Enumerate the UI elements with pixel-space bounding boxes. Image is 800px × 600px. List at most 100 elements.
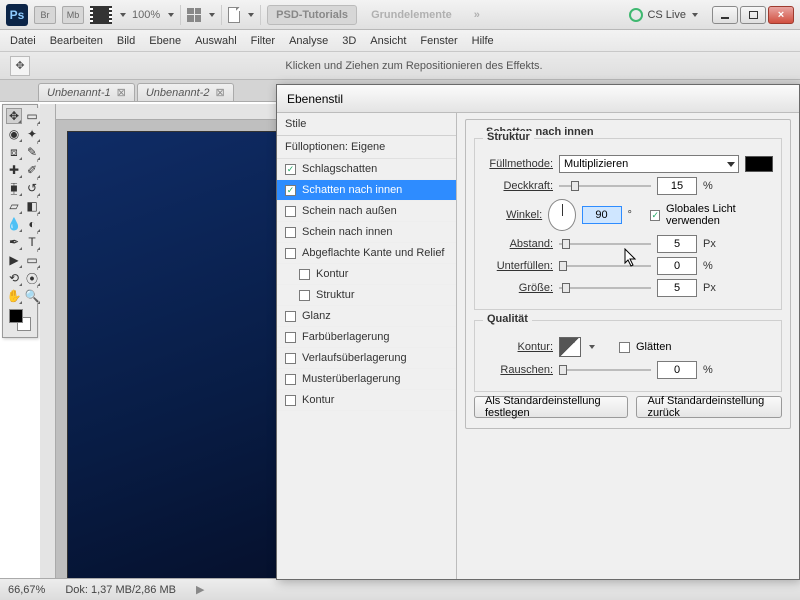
eraser-tool[interactable]: ▱ xyxy=(6,198,22,214)
color-swatches[interactable] xyxy=(5,305,41,335)
style-item[interactable]: Glanz xyxy=(277,306,456,327)
reset-default-button[interactable]: Auf Standardeinstellung zurück xyxy=(636,396,782,418)
antialias-checkbox[interactable] xyxy=(619,342,630,353)
noise-input[interactable] xyxy=(657,361,697,379)
filmstrip-icon[interactable] xyxy=(90,6,112,24)
choke-slider[interactable] xyxy=(559,259,651,273)
status-doc-size[interactable]: Dok: 1,37 MB/2,86 MB xyxy=(65,584,176,596)
style-item[interactable]: Kontur xyxy=(277,264,456,285)
lasso-tool[interactable]: ◉ xyxy=(6,126,22,142)
minibridge-badge[interactable]: Mb xyxy=(62,6,84,24)
move-tool-icon[interactable]: ✥ xyxy=(10,56,30,76)
tab-close-icon[interactable]: ⊠ xyxy=(215,86,224,99)
menu-item[interactable]: Ansicht xyxy=(370,35,406,47)
tab-close-icon[interactable]: ⊠ xyxy=(117,86,126,99)
opacity-slider[interactable] xyxy=(559,179,651,193)
style-item[interactable]: ✓Schatten nach innen xyxy=(277,180,456,201)
size-input[interactable] xyxy=(657,279,697,297)
maximize-button[interactable] xyxy=(740,6,766,24)
style-item[interactable]: Struktur xyxy=(277,285,456,306)
angle-dial[interactable] xyxy=(548,199,575,231)
size-slider[interactable] xyxy=(559,281,651,295)
menu-item[interactable]: Auswahl xyxy=(195,35,237,47)
workspace-button[interactable]: PSD-Tutorials xyxy=(267,5,357,25)
chevron-down-icon[interactable] xyxy=(589,345,595,349)
chevron-down-icon[interactable] xyxy=(209,13,215,17)
style-item[interactable]: Farbüberlagerung xyxy=(277,327,456,348)
bridge-badge[interactable]: Br xyxy=(34,6,56,24)
shape-tool[interactable]: ▭ xyxy=(24,252,40,268)
menu-item[interactable]: Datei xyxy=(10,35,36,47)
eyedropper-tool[interactable]: ✎ xyxy=(24,144,40,160)
document-tab[interactable]: Unbenannt-1⊠ xyxy=(38,83,135,101)
make-default-button[interactable]: Als Standardeinstellung festlegen xyxy=(474,396,628,418)
zoom-tool[interactable]: 🔍 xyxy=(24,288,40,304)
style-checkbox[interactable] xyxy=(285,227,296,238)
menu-item[interactable]: 3D xyxy=(342,35,356,47)
status-zoom[interactable]: 66,67% xyxy=(8,584,45,596)
dodge-tool[interactable]: ◐ xyxy=(24,216,40,232)
menu-item[interactable]: Analyse xyxy=(289,35,328,47)
menu-item[interactable]: Filter xyxy=(251,35,275,47)
3d-tool[interactable]: ⟲ xyxy=(6,270,22,286)
screen-mode-icon[interactable] xyxy=(228,7,240,23)
distance-slider[interactable] xyxy=(559,237,651,251)
angle-input[interactable] xyxy=(582,206,622,224)
style-item[interactable]: Abgeflachte Kante und Relief xyxy=(277,243,456,264)
workspace-button[interactable]: Grundelemente xyxy=(363,6,460,24)
style-checkbox[interactable]: ✓ xyxy=(285,164,296,175)
marquee-tool[interactable]: ▭ xyxy=(24,108,40,124)
style-item[interactable]: Schein nach außen xyxy=(277,201,456,222)
healing-brush-tool[interactable]: ✚ xyxy=(6,162,22,178)
move-tool[interactable]: ✥ xyxy=(6,108,22,124)
minimize-button[interactable] xyxy=(712,6,738,24)
crop-tool[interactable]: ⧈ xyxy=(6,144,22,160)
canvas[interactable] xyxy=(68,132,288,578)
opacity-input[interactable] xyxy=(657,177,697,195)
path-selection-tool[interactable]: ▶ xyxy=(6,252,22,268)
styles-header[interactable]: Stile xyxy=(277,113,456,136)
style-item[interactable]: Kontur xyxy=(277,390,456,411)
style-item[interactable]: Schein nach innen xyxy=(277,222,456,243)
style-checkbox[interactable] xyxy=(285,353,296,364)
pen-tool[interactable]: ✒ xyxy=(6,234,22,250)
contour-picker[interactable] xyxy=(559,337,581,357)
style-checkbox[interactable] xyxy=(285,332,296,343)
style-checkbox[interactable]: ✓ xyxy=(285,185,296,196)
style-item[interactable]: Verlaufsüberlagerung xyxy=(277,348,456,369)
style-checkbox[interactable] xyxy=(299,269,310,280)
blend-options-row[interactable]: Fülloptionen: Eigene xyxy=(277,136,456,159)
chevron-down-icon[interactable] xyxy=(248,13,254,17)
menu-item[interactable]: Ebene xyxy=(149,35,181,47)
style-checkbox[interactable] xyxy=(299,290,310,301)
arrange-grid-icon[interactable] xyxy=(187,8,201,22)
style-checkbox[interactable] xyxy=(285,311,296,322)
magic-wand-tool[interactable]: ✦ xyxy=(24,126,40,142)
cs-live[interactable]: CS Live xyxy=(629,8,698,22)
style-item[interactable]: ✓Schlagschatten xyxy=(277,159,456,180)
hand-tool[interactable]: ✋ xyxy=(6,288,22,304)
type-tool[interactable]: T xyxy=(24,234,40,250)
history-brush-tool[interactable]: ↺ xyxy=(24,180,40,196)
blend-mode-select[interactable]: Multiplizieren xyxy=(559,155,739,173)
foreground-color[interactable] xyxy=(9,309,23,323)
clone-stamp-tool[interactable]: ⧯ xyxy=(6,180,22,196)
style-checkbox[interactable] xyxy=(285,248,296,259)
gradient-tool[interactable]: ◧ xyxy=(24,198,40,214)
menu-item[interactable]: Bearbeiten xyxy=(50,35,103,47)
global-light-checkbox[interactable]: ✓ xyxy=(650,210,660,221)
style-checkbox[interactable] xyxy=(285,374,296,385)
close-button[interactable]: × xyxy=(768,6,794,24)
shadow-color-swatch[interactable] xyxy=(745,156,773,172)
noise-slider[interactable] xyxy=(559,363,651,377)
style-checkbox[interactable] xyxy=(285,395,296,406)
style-checkbox[interactable] xyxy=(285,206,296,217)
3d-camera-tool[interactable]: ⦿ xyxy=(24,270,40,286)
menu-item[interactable]: Bild xyxy=(117,35,135,47)
chevron-down-icon[interactable] xyxy=(168,13,174,17)
brush-tool[interactable]: ✐ xyxy=(24,162,40,178)
distance-input[interactable] xyxy=(657,235,697,253)
document-tab[interactable]: Unbenannt-2⊠ xyxy=(137,83,234,101)
menu-item[interactable]: Fenster xyxy=(420,35,457,47)
menu-item[interactable]: Hilfe xyxy=(472,35,494,47)
